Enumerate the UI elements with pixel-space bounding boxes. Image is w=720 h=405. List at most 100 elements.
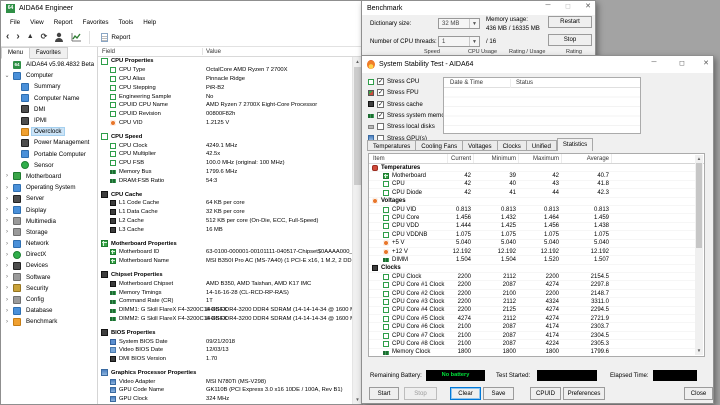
scrollbar-thumb[interactable] bbox=[696, 163, 702, 248]
sidebar-item-computer[interactable]: ⌄ Computer bbox=[1, 70, 97, 81]
sidebar-item-server[interactable]: › Server bbox=[1, 193, 97, 204]
field-row[interactable]: CPUID Revision 00800F82h bbox=[98, 110, 352, 119]
field-row[interactable]: CPU FSB 100.0 MHz (original: 100 MHz) bbox=[98, 159, 352, 168]
stats-row[interactable]: Memory Clock 1800 1800 1800 1799.6 bbox=[369, 349, 695, 356]
column-divider[interactable] bbox=[202, 48, 203, 55]
stop-button[interactable]: Stop bbox=[548, 34, 592, 46]
field-row[interactable]: CPU Alias Pinnacle Ridge bbox=[98, 75, 352, 84]
field-row[interactable]: Engineering Sample No bbox=[98, 92, 352, 101]
stats-row[interactable]: CPU VDDNB 1.075 1.075 1.075 1.075 bbox=[369, 231, 695, 240]
field-row[interactable]: Command Rate (CR) 1T bbox=[98, 297, 352, 306]
field-group-row[interactable]: BIOS Properties bbox=[98, 328, 352, 337]
field-column-header[interactable]: Field bbox=[102, 49, 115, 55]
log-datetime-header[interactable]: Date & Time bbox=[450, 80, 483, 86]
tab-cooling-fans[interactable]: Cooling Fans bbox=[416, 140, 464, 151]
cpu-threads-select[interactable]: 1 ▼ bbox=[438, 36, 480, 47]
scroll-up-icon[interactable]: ▲ bbox=[695, 155, 703, 163]
menu-help[interactable]: Help bbox=[138, 19, 161, 26]
field-row[interactable]: DIMM2: G Skill FlareX F4-3200C14-8GFX 8 G… bbox=[98, 315, 352, 324]
field-row[interactable]: L1 Data Cache 32 KB per core bbox=[98, 208, 352, 217]
sidebar-item-database[interactable]: › Database bbox=[1, 305, 97, 316]
field-row[interactable]: Video Adapter MSI N780Ti (MS-V298) bbox=[98, 377, 352, 386]
chevron-right-icon[interactable]: › bbox=[4, 297, 10, 303]
stats-row[interactable]: CPU Core #7 Clock 2100 2087 4174 2304.5 bbox=[369, 332, 695, 341]
sidebar-item-storage[interactable]: › Storage bbox=[1, 227, 97, 238]
stats-row[interactable]: CPU Core 1.456 1.432 1.464 1.459 bbox=[369, 214, 695, 223]
minimize-icon[interactable]: ─ bbox=[540, 2, 556, 9]
main-titlebar[interactable]: 64 AIDA64 Engineer bbox=[1, 1, 362, 16]
sidebar-item-directx[interactable]: › DirectX bbox=[1, 249, 97, 260]
field-row[interactable]: Motherboard ID 63-0100-000001-00101111-04… bbox=[98, 248, 352, 257]
dictionary-size-select[interactable]: 32 MB ▼ bbox=[438, 18, 480, 29]
field-row[interactable]: CPU VID 1.2125 V bbox=[98, 119, 352, 128]
chevron-right-icon[interactable]: › bbox=[4, 185, 10, 191]
sidebar-item-sensor[interactable]: Sensor bbox=[1, 160, 97, 171]
checkbox-checked-icon[interactable]: ✓ bbox=[377, 89, 384, 97]
stats-group-row[interactable]: Clocks bbox=[369, 265, 695, 274]
stats-row[interactable]: CPU VDD 1.444 1.425 1.456 1.438 bbox=[369, 223, 695, 232]
checkbox-checked-icon[interactable]: ✓ bbox=[377, 100, 384, 108]
stats-row[interactable]: DIMM 1.504 1.504 1.520 1.507 bbox=[369, 256, 695, 265]
stats-row[interactable]: +12 V 12.192 12.192 12.192 12.192 bbox=[369, 248, 695, 257]
sidebar-item-motherboard[interactable]: › Motherboard bbox=[1, 171, 97, 182]
sidebar-item-summary[interactable]: Summary bbox=[1, 81, 97, 92]
stats-row[interactable]: CPU Core #1 Clock 2200 2087 4274 2297.8 bbox=[369, 281, 695, 290]
col-minimum[interactable]: Minimum bbox=[473, 154, 518, 163]
chevron-right-icon[interactable]: › bbox=[4, 274, 10, 280]
chevron-right-icon[interactable]: › bbox=[4, 218, 10, 224]
field-group-row[interactable]: CPU Properties bbox=[98, 57, 352, 66]
report-button[interactable]: Report bbox=[97, 31, 134, 44]
stats-row[interactable]: CPU Core #6 Clock 2100 2087 4174 2303.7 bbox=[369, 323, 695, 332]
stats-row[interactable]: CPU Core #4 Clock 2200 2125 4274 2294.5 bbox=[369, 307, 695, 316]
field-row[interactable]: L3 Cache 16 MB bbox=[98, 225, 352, 234]
user-report-icon[interactable] bbox=[54, 32, 64, 42]
stats-row[interactable]: CPU Diode 42 41 44 42.3 bbox=[369, 189, 695, 198]
stability-titlebar[interactable]: System Stability Test - AIDA64 ─ ◻ ✕ bbox=[362, 56, 713, 73]
chevron-right-icon[interactable]: › bbox=[4, 308, 10, 314]
stats-row[interactable]: CPU Core #2 Clock 2200 2100 2200 2148.7 bbox=[369, 290, 695, 299]
field-group-row[interactable]: Motherboard Properties bbox=[98, 239, 352, 248]
col-item[interactable]: Item bbox=[369, 154, 447, 163]
scroll-down-icon[interactable]: ▼ bbox=[695, 347, 703, 355]
sidebar-item-network[interactable]: › Network bbox=[1, 238, 97, 249]
close-icon[interactable]: ✕ bbox=[698, 59, 714, 67]
sidebar-item-overclock[interactable]: Overclock bbox=[1, 126, 97, 137]
sidebar-item-aida64-v5-98-4832-beta[interactable]: 64 AIDA64 v5.98.4832 Beta bbox=[1, 59, 97, 70]
clear-button[interactable]: Clear bbox=[450, 387, 481, 400]
stats-row[interactable]: CPU Core #8 Clock 2100 2087 4224 2305.3 bbox=[369, 340, 695, 349]
tab-unified[interactable]: Unified bbox=[526, 140, 557, 151]
chart-icon[interactable] bbox=[71, 32, 82, 42]
field-row[interactable]: L2 Cache 512 KB per core (On-Die, ECC, Fu… bbox=[98, 217, 352, 226]
sidebar-item-portable-computer[interactable]: Portable Computer bbox=[1, 149, 97, 160]
chevron-right-icon[interactable]: › bbox=[4, 241, 10, 247]
field-row[interactable]: DIMM1: G Skill FlareX F4-3200C14-8GFX 8 G… bbox=[98, 306, 352, 315]
field-row[interactable]: DMI BIOS Version 1.70 bbox=[98, 355, 352, 364]
chevron-right-icon[interactable]: › bbox=[4, 173, 10, 179]
back-icon[interactable]: ‹ bbox=[6, 32, 9, 42]
stats-row[interactable]: Motherboard 42 39 42 40.7 bbox=[369, 172, 695, 181]
tab-temperatures[interactable]: Temperatures bbox=[367, 140, 417, 151]
field-row[interactable]: Memory Bus 1799.6 MHz bbox=[98, 168, 352, 177]
benchmark-titlebar[interactable]: Benchmark ─ ◻ ✕ bbox=[362, 1, 595, 15]
stats-group-row[interactable]: Voltages bbox=[369, 198, 695, 206]
start-button[interactable]: Start bbox=[369, 387, 399, 400]
sidebar-item-computer-name[interactable]: Computer Name bbox=[1, 93, 97, 104]
statistics-scrollbar[interactable]: ▲ ▼ bbox=[695, 155, 703, 355]
chevron-right-icon[interactable]: › bbox=[4, 207, 10, 213]
forward-icon[interactable]: › bbox=[16, 32, 19, 42]
sidebar-item-multimedia[interactable]: › Multimedia bbox=[1, 216, 97, 227]
field-row[interactable]: CPUID CPU Name AMD Ryzen 7 2700X Eight-Co… bbox=[98, 101, 352, 110]
stress-option-stress-fpu[interactable]: ✓ Stress FPU bbox=[368, 87, 450, 98]
close-icon[interactable]: ✕ bbox=[580, 2, 596, 10]
refresh-icon[interactable]: ⟳ bbox=[41, 32, 48, 42]
up-icon[interactable]: ▲ bbox=[27, 32, 34, 42]
tab-clocks[interactable]: Clocks bbox=[497, 140, 527, 151]
stats-group-row[interactable]: Temperatures bbox=[369, 164, 695, 173]
menu-tools[interactable]: Tools bbox=[114, 19, 139, 26]
chevron-right-icon[interactable]: › bbox=[4, 196, 10, 202]
scrollbar-thumb[interactable] bbox=[354, 67, 361, 185]
field-row[interactable]: CPU Type OctalCore AMD Ryzen 7 2700X bbox=[98, 66, 352, 75]
sidebar-item-ipmi[interactable]: IPMI bbox=[1, 115, 97, 126]
chevron-right-icon[interactable]: › bbox=[4, 229, 10, 235]
field-row[interactable]: DRAM:FSB Ratio 54:3 bbox=[98, 176, 352, 185]
